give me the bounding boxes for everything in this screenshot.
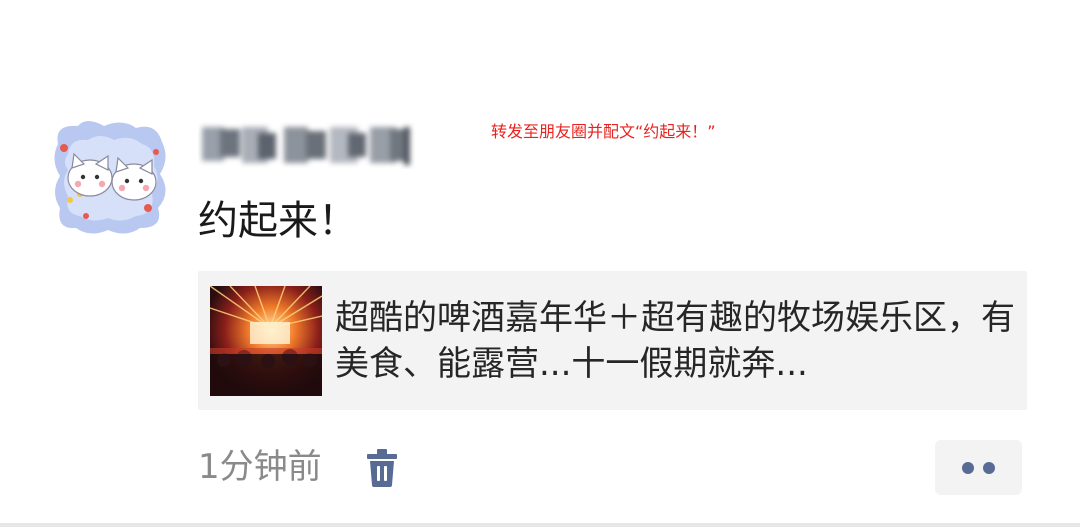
more-actions-button[interactable]	[935, 440, 1022, 495]
author-name-blurred[interactable]	[198, 119, 422, 169]
divider	[0, 523, 1080, 527]
link-title: 超酷的啤酒嘉年华＋超有趣的牧场娱乐区，有美食、能露营...十一假期就奔...	[335, 298, 1015, 384]
link-thumbnail	[210, 286, 322, 396]
post-text: 约起来！	[198, 198, 358, 244]
more-dots-icon	[962, 462, 974, 474]
avatar[interactable]	[52, 118, 170, 236]
moments-post: 转发至朋友圈并配文“约起来！” 约起来！ 超酷的啤酒嘉年华＋超有趣的牧场娱乐区，…	[0, 0, 1080, 527]
shared-link-card[interactable]: 超酷的啤酒嘉年华＋超有趣的牧场娱乐区，有美食、能露营...十一假期就奔...	[198, 271, 1027, 410]
annotation-caption: 转发至朋友圈并配文“约起来！”	[491, 122, 716, 141]
timestamp: 1分钟前	[198, 447, 322, 487]
trash-icon[interactable]	[363, 448, 401, 488]
more-dots-icon	[983, 462, 995, 474]
